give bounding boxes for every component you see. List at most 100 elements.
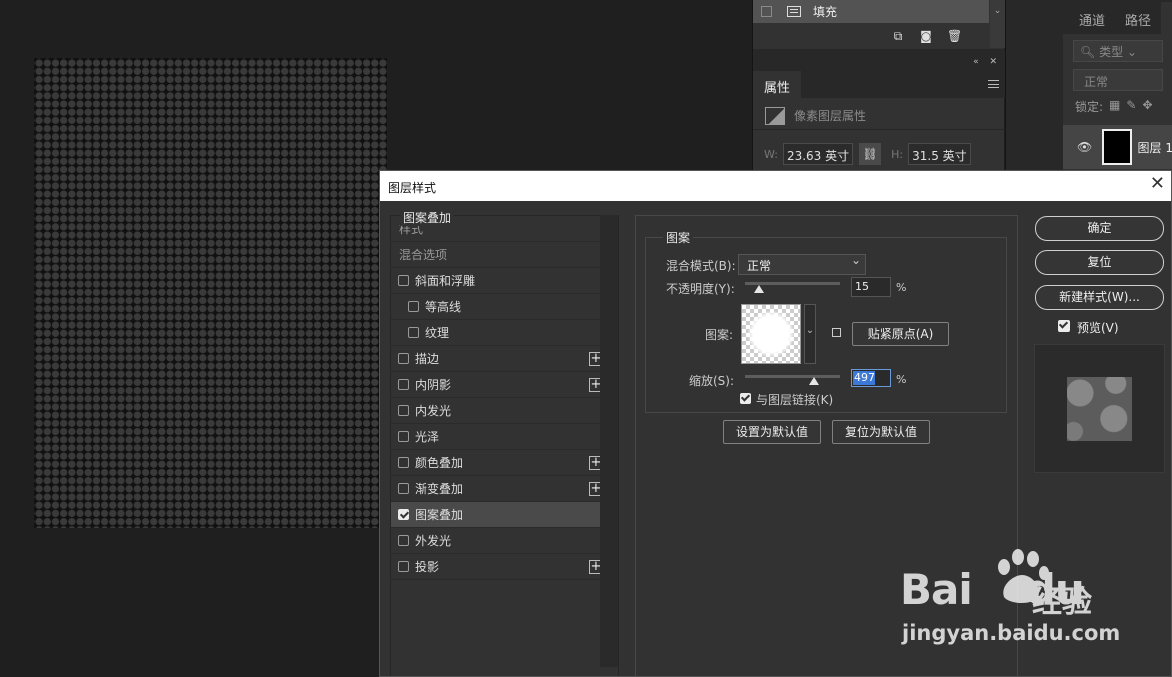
style-list-scrollbar[interactable]	[600, 215, 618, 667]
reset-default-button[interactable]: 复位为默认值	[832, 420, 930, 444]
style-checkbox[interactable]	[398, 483, 409, 494]
style-list-label: 纹理	[425, 326, 450, 340]
style-checkbox[interactable]	[398, 561, 409, 572]
style-list-item[interactable]: 斜面和浮雕	[391, 268, 603, 294]
style-list-label: 投影	[415, 560, 440, 574]
link-with-layer-label[interactable]: 与图层链接(K)	[756, 391, 833, 408]
scale-percent: %	[896, 373, 907, 386]
style-checkbox[interactable]	[398, 535, 409, 546]
style-checkbox[interactable]	[398, 509, 409, 520]
style-list-item[interactable]: 混合选项	[391, 242, 603, 268]
baidu-jingyan-watermark: Bai du 经验 jingyan.baidu.com	[900, 545, 1120, 655]
dialog-titlebar[interactable]: 图层样式 ✕	[380, 171, 1171, 201]
layers-scrollbar[interactable]: ⌄	[990, 0, 1005, 48]
trash-icon[interactable]: 🗑	[947, 30, 962, 42]
style-list-item[interactable]: 渐变叠加 +	[391, 476, 603, 502]
set-default-button[interactable]: 设置为默认值	[723, 420, 821, 444]
document-canvas[interactable]	[34, 58, 387, 528]
style-list-item[interactable]: 颜色叠加 +	[391, 450, 603, 476]
layer-row[interactable]: 👁︎ 图层 1	[1063, 125, 1172, 169]
close-panel-icon[interactable]: ✕	[989, 57, 1001, 67]
style-checkbox[interactable]	[398, 275, 409, 286]
watermark-cn: 经验	[1032, 585, 1092, 620]
style-list-item[interactable]: 内发光	[391, 398, 603, 424]
section-title: 图案叠加	[400, 209, 455, 226]
new-preset-icon[interactable]	[832, 328, 841, 337]
style-checkbox[interactable]	[408, 327, 419, 338]
layers-properties-panel: 填充 ⌄ ⧉ ◙ 🗑 « ✕ 属性 像素图层属性 W: 23.63 英寸 ⛓ H…	[752, 0, 1005, 172]
tab-layers[interactable]	[1161, 2, 1172, 34]
tab-properties[interactable]: 属性	[753, 71, 801, 98]
scale-label: 缩放(S):	[689, 374, 735, 388]
style-list-label: 内阴影	[415, 378, 452, 392]
tab-paths[interactable]: 路径	[1125, 10, 1151, 29]
list-icon	[787, 6, 801, 17]
close-icon[interactable]: ✕	[1150, 175, 1165, 193]
blend-mode-select[interactable]: 正常	[738, 253, 866, 275]
pixel-layer-properties-label: 像素图层属性	[794, 109, 867, 123]
panel-menu-icon[interactable]	[988, 80, 999, 88]
lock-move-icon[interactable]: ✥	[1142, 98, 1152, 115]
style-list-label: 颜色叠加	[415, 456, 464, 470]
link-icon[interactable]: ⛓	[859, 143, 882, 165]
style-checkbox[interactable]	[408, 301, 419, 312]
new-layer-icon[interactable]: ⧉	[891, 30, 905, 42]
preview-label[interactable]: 预览(V)	[1077, 319, 1119, 336]
opacity-input[interactable]: 15	[851, 277, 891, 297]
style-list-label: 等高线	[425, 300, 462, 314]
new-style-button[interactable]: 新建样式(W)...	[1035, 285, 1164, 310]
style-list-item[interactable]: 外发光	[391, 528, 603, 554]
style-checkbox[interactable]	[398, 379, 409, 390]
watermark-brand-bai: Bai	[900, 565, 973, 614]
image-icon	[765, 106, 785, 125]
reset-button[interactable]: 复位	[1035, 250, 1164, 275]
lock-label: 锁定:	[1075, 100, 1104, 114]
fill-layer-row[interactable]: 填充	[753, 0, 989, 23]
lock-brush-icon[interactable]: ✎	[1126, 98, 1136, 115]
style-checkbox[interactable]	[398, 353, 409, 364]
eye-icon[interactable]: 👁︎	[1077, 140, 1092, 154]
scale-slider-thumb[interactable]	[809, 377, 819, 385]
style-list-item[interactable]: 投影 +	[391, 554, 603, 580]
height-field[interactable]: 31.5 英寸	[908, 143, 971, 165]
tab-channels[interactable]: 通道	[1079, 10, 1105, 29]
width-field[interactable]: 23.63 英寸	[782, 143, 854, 165]
layer-name[interactable]: 图层 1	[1138, 139, 1172, 156]
scroll-down-icon[interactable]: ⌄	[990, 6, 1005, 16]
properties-tabbar	[801, 71, 1005, 98]
style-checkbox[interactable]	[398, 457, 409, 468]
pattern-picker-chevron-icon[interactable]: ⌄	[804, 304, 816, 364]
blend-mode-select[interactable]: 正常	[1073, 69, 1163, 91]
style-list-label: 光泽	[415, 430, 440, 444]
blend-mode-label: 混合模式(B):	[666, 259, 736, 273]
snap-to-origin-button[interactable]: 贴紧原点(A)	[852, 322, 949, 346]
scale-value[interactable]: 497	[853, 371, 875, 385]
style-list-item[interactable]: 等高线	[391, 294, 603, 320]
lock-transparent-icon[interactable]: ▦	[1109, 98, 1120, 115]
style-list-item[interactable]: 内阴影 +	[391, 372, 603, 398]
link-with-layer-checkbox[interactable]	[740, 393, 751, 404]
pattern-label: 图案:	[705, 328, 734, 342]
style-list-item[interactable]: 纹理	[391, 320, 603, 346]
scale-slider[interactable]	[745, 375, 840, 378]
pixel-layer-properties-row: 像素图层属性	[753, 102, 1005, 130]
pattern-swatch[interactable]	[741, 304, 801, 364]
style-list-label: 斜面和浮雕	[415, 274, 476, 288]
camera-icon[interactable]: ◙	[919, 30, 933, 42]
size-row: W: 23.63 英寸 ⛓ H: 31.5 英寸	[753, 141, 1005, 167]
style-list-item[interactable]: 光泽	[391, 424, 603, 450]
ok-button[interactable]: 确定	[1035, 216, 1164, 241]
collapse-icon[interactable]: «	[973, 57, 983, 67]
opacity-slider-thumb[interactable]	[754, 285, 765, 293]
width-label: W:	[764, 147, 778, 161]
kind-filter[interactable]: 🔍︎ 类型 ⌄	[1073, 40, 1163, 62]
fill-layer-label: 填充	[813, 5, 838, 19]
style-list-item[interactable]: 图案叠加	[391, 502, 603, 528]
kind-filter-label: 类型	[1099, 45, 1124, 59]
fill-layer-checkbox[interactable]	[761, 6, 772, 17]
style-list-item[interactable]: 描边 +	[391, 346, 603, 372]
style-checkbox[interactable]	[398, 405, 409, 416]
style-checkbox[interactable]	[398, 431, 409, 442]
layer-thumbnail	[1102, 129, 1132, 165]
preview-checkbox[interactable]	[1058, 320, 1070, 332]
